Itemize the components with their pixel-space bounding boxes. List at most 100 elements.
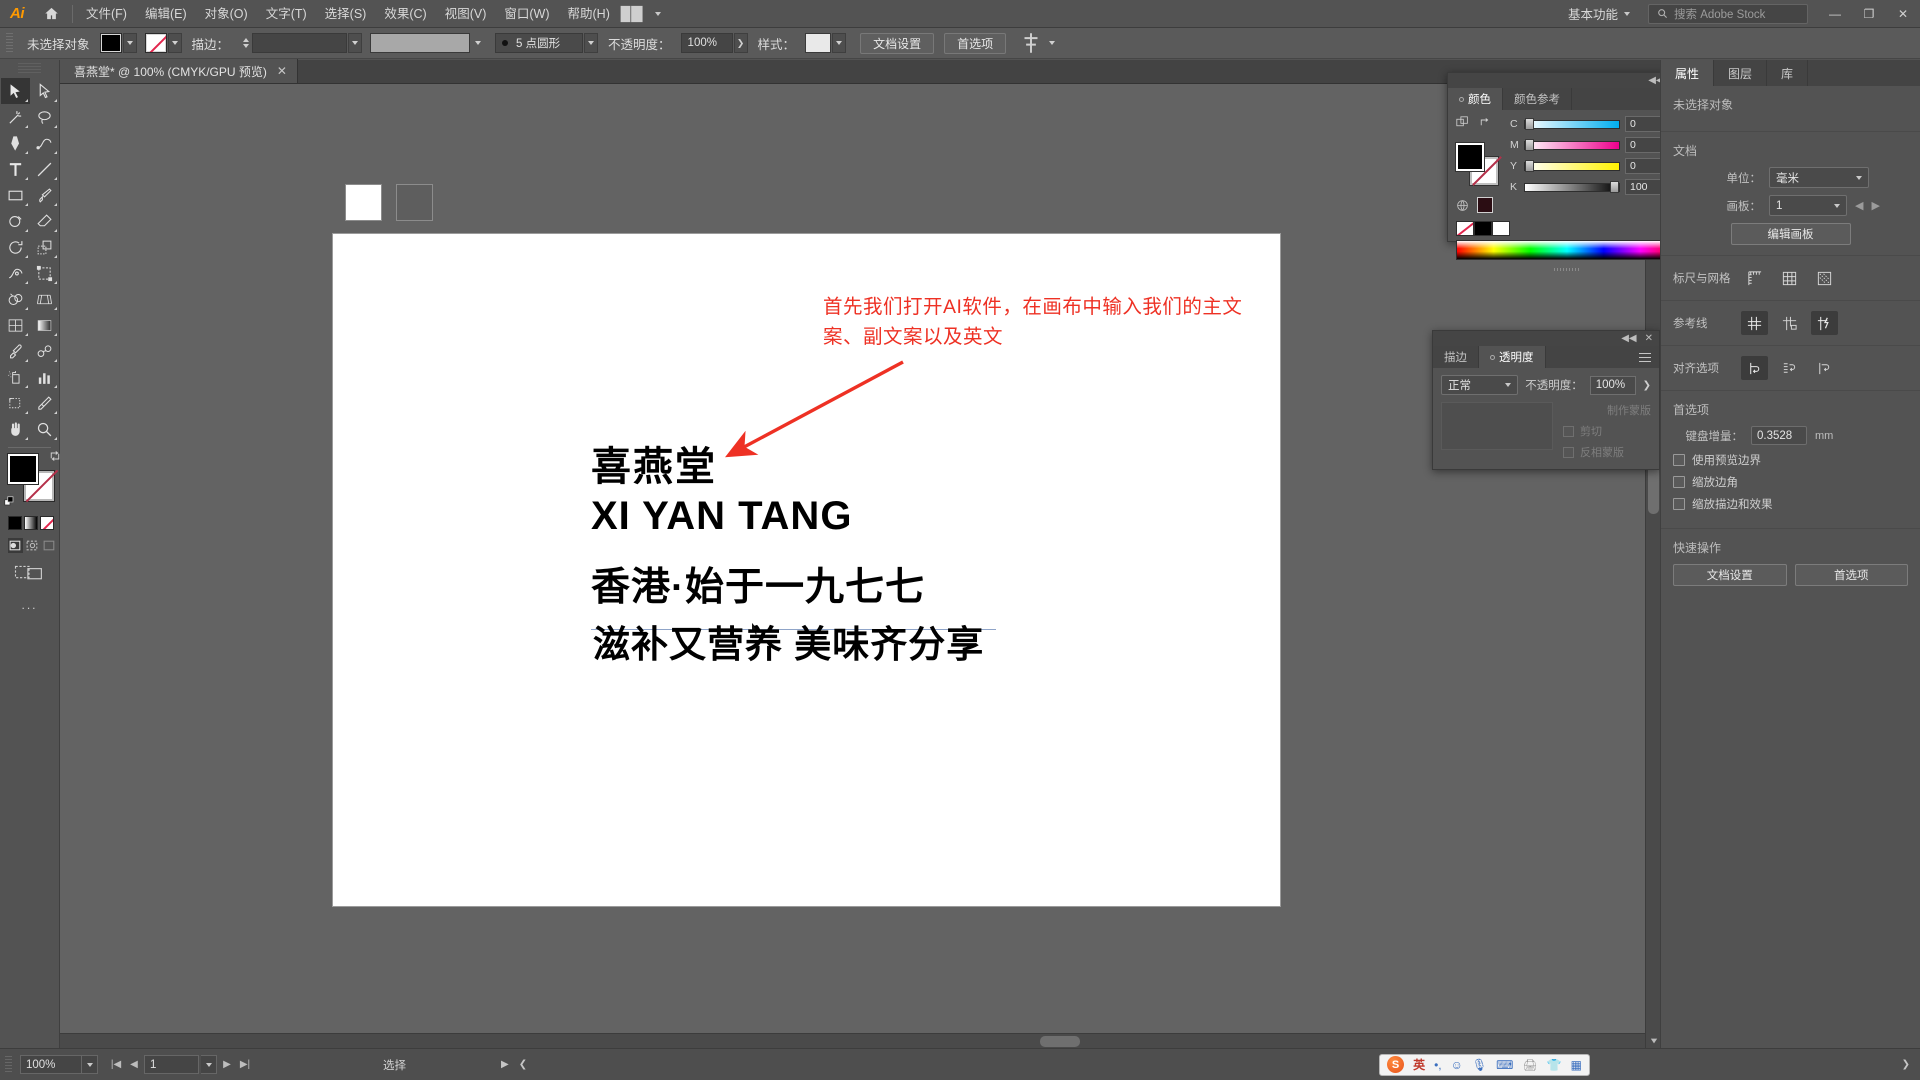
free-transform-tool[interactable] <box>30 260 59 286</box>
slider-track-k[interactable] <box>1524 180 1620 193</box>
brush-definition-dropdown[interactable]: 5 点圆形 <box>495 33 584 53</box>
artboard-line-3[interactable]: 香港·始于一九七七 <box>591 556 925 612</box>
edit-toolbar-button[interactable]: ... <box>0 598 59 612</box>
ime-punctuation-icon[interactable]: •, <box>1434 1058 1442 1072</box>
artboard-line-1[interactable]: 喜燕堂 <box>591 434 717 492</box>
color-mode-gradient[interactable] <box>24 516 38 530</box>
out-of-gamut-swatch[interactable] <box>1477 197 1493 213</box>
sogou-logo-icon[interactable]: S <box>1387 1056 1405 1073</box>
workspace-switcher[interactable]: 基本功能 <box>1560 3 1638 25</box>
scroll-down-icon[interactable] <box>1646 1033 1661 1048</box>
tab-properties[interactable]: 属性 <box>1661 60 1715 86</box>
eraser-tool[interactable] <box>30 208 59 234</box>
selection-tool[interactable] <box>1 78 30 104</box>
align-icon[interactable] <box>1018 29 1044 57</box>
hand-tool[interactable] <box>1 416 30 442</box>
invert-mask-checkbox[interactable] <box>1563 446 1574 458</box>
scale-tool[interactable] <box>30 234 59 260</box>
quick-document-setup-button[interactable]: 文档设置 <box>1673 564 1787 586</box>
control-bar-grip[interactable] <box>6 33 13 53</box>
collapse-icon[interactable]: ◀◀ <box>1621 333 1636 344</box>
width-profile-dropdown[interactable] <box>471 33 485 53</box>
fill-stroke-toggle-icon[interactable] <box>1456 116 1469 129</box>
artboard-number-field[interactable]: 1 <box>144 1055 199 1074</box>
restore-button[interactable]: ❐ <box>1852 0 1886 28</box>
direct-selection-tool[interactable] <box>30 78 59 104</box>
menu-file[interactable]: 文件(F) <box>77 0 136 28</box>
preferences-button[interactable]: 首选项 <box>944 32 1007 54</box>
pen-tool[interactable] <box>1 130 30 156</box>
current-tool-status[interactable]: 选择 <box>383 1057 406 1073</box>
snap-to-pixel-icon[interactable] <box>1811 356 1838 380</box>
last-artboard-icon[interactable]: ▶| <box>237 1056 253 1074</box>
type-tool[interactable] <box>1 156 30 182</box>
next-artboard-icon[interactable]: ▶ <box>219 1056 235 1074</box>
globe-web-safe-icon[interactable] <box>1456 199 1469 212</box>
canvas-area[interactable]: 首先我们打开AI软件，在画布中输入我们的主文案、副文案以及英文 喜燕堂 XI Y… <box>60 84 1660 1048</box>
fill-color-box[interactable] <box>7 453 39 485</box>
shape-builder-tool[interactable] <box>1 286 30 312</box>
menu-help[interactable]: 帮助(H) <box>559 0 619 28</box>
opacity-expand-icon[interactable]: ❯ <box>1643 380 1651 391</box>
menu-effect[interactable]: 效果(C) <box>375 0 435 28</box>
prev-artboard-icon[interactable]: ◀ <box>126 1056 142 1074</box>
mesh-tool[interactable] <box>1 312 30 338</box>
slider-thumb-m[interactable] <box>1525 138 1534 151</box>
column-graph-tool[interactable] <box>30 364 59 390</box>
menu-view[interactable]: 视图(V) <box>436 0 496 28</box>
curvature-tool[interactable] <box>30 130 59 156</box>
symbol-sprayer-tool[interactable] <box>1 364 30 390</box>
artboard-number-dropdown[interactable] <box>201 1055 217 1074</box>
opacity-expand-icon[interactable]: ❯ <box>733 33 748 53</box>
horizontal-scroll-thumb[interactable] <box>1040 1036 1080 1047</box>
blend-mode-select[interactable]: 正常 <box>1441 375 1519 395</box>
stroke-weight-field[interactable] <box>252 33 348 53</box>
keyboard-icon[interactable]: ⌨ <box>1496 1058 1513 1072</box>
quick-swatch-none[interactable] <box>1456 221 1474 236</box>
blend-tool[interactable] <box>30 338 59 364</box>
lasso-tool[interactable] <box>30 104 59 130</box>
next-artboard-icon[interactable]: ▶ <box>1871 199 1879 212</box>
color-mode-color[interactable] <box>8 516 22 530</box>
drawing-mode-normal-icon[interactable] <box>8 538 23 553</box>
scale-strokes-effects-checkbox[interactable] <box>1673 498 1685 510</box>
default-fill-stroke-icon[interactable] <box>4 496 16 508</box>
rectangle-tool[interactable] <box>1 182 30 208</box>
color-mode-none[interactable] <box>40 516 54 530</box>
scale-corners-row[interactable]: 缩放边角 <box>1673 474 1908 490</box>
lock-guides-icon[interactable] <box>1776 311 1803 335</box>
document-setup-button[interactable]: 文档设置 <box>860 32 935 54</box>
slider-track-m[interactable] <box>1524 138 1620 151</box>
artboard-line-4[interactable]: 滋补又营养 美味齐分享 <box>593 614 984 668</box>
slider-track-c[interactable] <box>1524 117 1620 130</box>
shirt-icon[interactable]: 👕 <box>1547 1058 1562 1072</box>
swatch-white[interactable] <box>345 184 382 221</box>
apps-icon[interactable]: ▦ <box>1571 1058 1582 1072</box>
status-prev-icon[interactable]: ❮ <box>519 1059 527 1070</box>
quick-preferences-button[interactable]: 首选项 <box>1794 564 1908 586</box>
perspective-grid-tool[interactable] <box>30 286 59 312</box>
scale-strokes-effects-row[interactable]: 缩放描边和效果 <box>1673 496 1908 512</box>
zoom-level-field[interactable]: 100% <box>20 1055 82 1074</box>
mask-thumbnails[interactable] <box>1441 402 1553 450</box>
close-button[interactable]: ✕ <box>1886 0 1920 28</box>
swatch-gray[interactable] <box>396 184 433 221</box>
graphic-style-dropdown[interactable] <box>832 33 847 53</box>
show-transparency-grid-icon[interactable] <box>1811 266 1838 290</box>
document-tab[interactable]: 喜燕堂* @ 100% (CMYK/GPU 预览) ✕ <box>60 59 298 83</box>
tab-color[interactable]: 颜色 <box>1448 88 1503 110</box>
home-icon[interactable] <box>34 0 68 28</box>
transparency-opacity-value[interactable]: 100% <box>1589 375 1636 395</box>
stroke-weight-stepper[interactable] <box>239 33 252 53</box>
graphic-style-swatch[interactable] <box>805 33 832 53</box>
gradient-tool[interactable] <box>30 312 59 338</box>
unit-select[interactable]: 毫米 <box>1769 167 1869 188</box>
color-spectrum-bar[interactable] <box>1456 240 1678 260</box>
microphone-icon[interactable]: 🎙 <box>1472 1058 1487 1072</box>
width-tool[interactable] <box>1 260 30 286</box>
scale-corners-checkbox[interactable] <box>1673 476 1685 488</box>
channel-value-k[interactable]: 100 <box>1625 179 1665 195</box>
paintbrush-tool[interactable] <box>30 182 59 208</box>
invert-mask-checkbox-row[interactable]: 反相蒙版 <box>1563 444 1651 460</box>
prev-artboard-icon[interactable]: ◀ <box>1855 199 1863 212</box>
